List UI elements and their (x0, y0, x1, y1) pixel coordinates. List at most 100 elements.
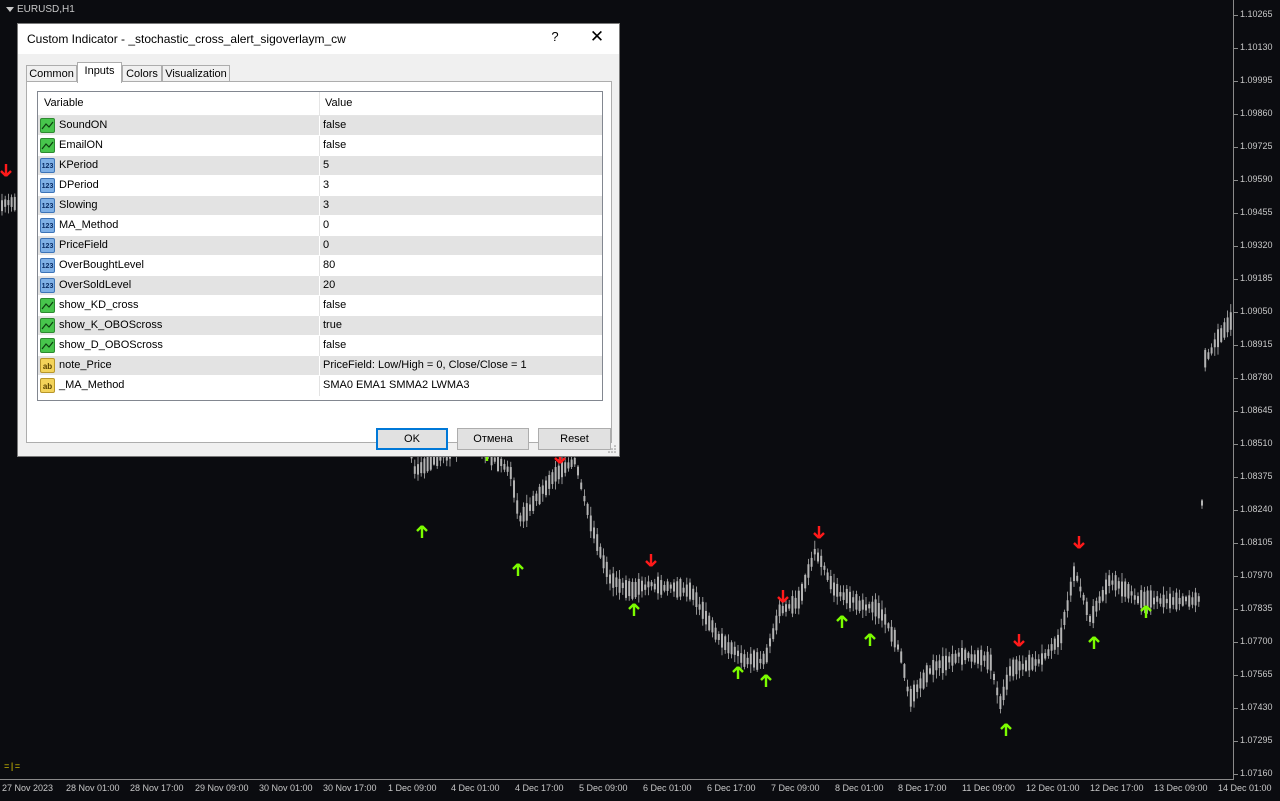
variable-value[interactable]: false (323, 299, 346, 311)
candle-body (1220, 328, 1223, 342)
candle-body (925, 665, 928, 683)
price-axis[interactable]: 1.10265 1.10130 1.09995 1.09860 1.09725 1.095… (1233, 0, 1280, 780)
candle-body (759, 658, 762, 664)
input-row[interactable]: 123 Slowing 3 (38, 196, 602, 216)
close-button[interactable]: ✕ (588, 28, 606, 48)
candle-body (7, 200, 10, 206)
time-axis[interactable]: 27 Nov 2023 28 Nov 01:00 28 Nov 17:00 29 No… (0, 779, 1272, 801)
input-row[interactable]: 123 PriceField 0 (38, 236, 602, 256)
candle-body (922, 672, 925, 689)
input-row[interactable]: SoundON false (38, 116, 602, 136)
chevron-down-icon[interactable] (6, 7, 14, 12)
price-tick-text: 1.08375 (1240, 471, 1273, 481)
input-row[interactable]: show_D_OBOScross false (38, 336, 602, 356)
reset-button[interactable]: Reset (538, 428, 611, 450)
variable-name: show_D_OBOScross (59, 339, 163, 351)
candle-body (413, 466, 416, 474)
input-row[interactable]: 123 MA_Method 0 (38, 216, 602, 236)
candle-body (1149, 590, 1152, 608)
candle-body (1229, 312, 1232, 330)
input-row[interactable]: ab _MA_Method SMA0 EMA1 SMMA2 LWMA3 (38, 376, 602, 396)
candle-body (1050, 644, 1053, 651)
time-tick-label: 12 Dec 17:00 (1090, 783, 1144, 793)
tab-colors[interactable]: Colors (122, 65, 162, 82)
price-tick-text: 1.08645 (1240, 405, 1273, 415)
candle-body (570, 459, 573, 467)
candle-body (519, 515, 522, 522)
variable-value[interactable]: true (323, 319, 342, 331)
inputs-grid[interactable]: Variable Value SoundON false EmailON false 1… (37, 91, 603, 401)
candle-body (509, 467, 512, 479)
candle-body (845, 588, 848, 604)
input-row[interactable]: show_KD_cross false (38, 296, 602, 316)
variable-name: SoundON (59, 119, 108, 131)
input-row[interactable]: 123 DPeriod 3 (38, 176, 602, 196)
cell-divider (319, 376, 320, 396)
candle-body (493, 457, 496, 462)
variable-value[interactable]: 3 (323, 199, 329, 211)
input-row[interactable]: EmailON false (38, 136, 602, 156)
tab-visualization[interactable]: Visualization (162, 65, 230, 82)
price-tick-text: 1.09995 (1240, 75, 1273, 85)
tab-common[interactable]: Common (26, 65, 77, 82)
variable-value[interactable]: 0 (323, 219, 329, 231)
candle-body (737, 650, 739, 657)
price-tick-text: 1.08510 (1240, 438, 1273, 448)
buy-arrow-icon (864, 633, 876, 646)
candle-body (676, 581, 679, 598)
candle-body (951, 653, 954, 666)
candle-body (609, 574, 611, 584)
candle-body (429, 455, 432, 470)
candle-body (852, 597, 855, 603)
cancel-button[interactable]: Отмена (457, 428, 529, 450)
candle-body (714, 627, 717, 640)
variable-value[interactable]: 0 (323, 239, 329, 251)
dialog-titlebar[interactable]: Custom Indicator - _stochastic_cross_ale… (18, 24, 619, 54)
variable-value[interactable]: SMA0 EMA1 SMMA2 LWMA3 (323, 379, 470, 391)
candle-body (900, 651, 903, 663)
input-row[interactable]: 123 OverSoldLevel 20 (38, 276, 602, 296)
ok-button[interactable]: OK (376, 428, 448, 450)
input-row[interactable]: 123 KPeriod 5 (38, 156, 602, 176)
help-button[interactable]: ? (547, 29, 563, 47)
candle-body (673, 582, 675, 592)
variable-value[interactable]: PriceField: Low/High = 0, Close/Close = … (323, 359, 527, 371)
variable-value[interactable]: 5 (323, 159, 329, 171)
variable-value[interactable]: false (323, 139, 346, 151)
candle-body (625, 580, 627, 598)
candle-body (647, 581, 650, 588)
variable-value[interactable]: 20 (323, 279, 335, 291)
column-header-variable[interactable]: Variable (44, 97, 84, 109)
input-row[interactable]: show_K_OBOScross true (38, 316, 602, 336)
input-row[interactable]: 123 OverBoughtLevel 80 (38, 256, 602, 276)
variable-name: show_K_OBOScross (59, 319, 163, 331)
price-tick-text: 1.09320 (1240, 240, 1273, 250)
variable-value[interactable]: false (323, 119, 346, 131)
candle-body (769, 638, 771, 647)
tab-inputs[interactable]: Inputs (77, 62, 122, 83)
candle-body (743, 654, 746, 667)
candle-body (1188, 595, 1191, 607)
variable-value[interactable]: false (323, 339, 346, 351)
resize-grip-icon[interactable] (608, 445, 616, 453)
input-row[interactable]: ab note_Price PriceField: Low/High = 0, Cl… (38, 356, 602, 376)
price-tick-text: 1.07565 (1240, 669, 1273, 679)
candle-body (733, 646, 736, 655)
candle-body (977, 650, 979, 664)
candle-body (781, 605, 784, 614)
cell-divider (319, 136, 320, 156)
candle-body (1005, 674, 1008, 690)
candle-body (538, 486, 541, 505)
time-tick-label: 4 Dec 17:00 (515, 783, 564, 793)
candle-body (740, 653, 743, 663)
inputs-panel: Variable Value SoundON false EmailON false 1… (26, 81, 612, 443)
cell-divider (319, 316, 320, 336)
candle-body (935, 661, 938, 671)
buy-arrow-icon (512, 563, 524, 576)
variable-name: OverSoldLevel (59, 279, 132, 291)
variable-value[interactable]: 3 (323, 179, 329, 191)
column-header-value[interactable]: Value (325, 97, 352, 109)
column-divider[interactable] (319, 92, 320, 115)
int-icon: 123 (40, 198, 55, 213)
variable-value[interactable]: 80 (323, 259, 335, 271)
